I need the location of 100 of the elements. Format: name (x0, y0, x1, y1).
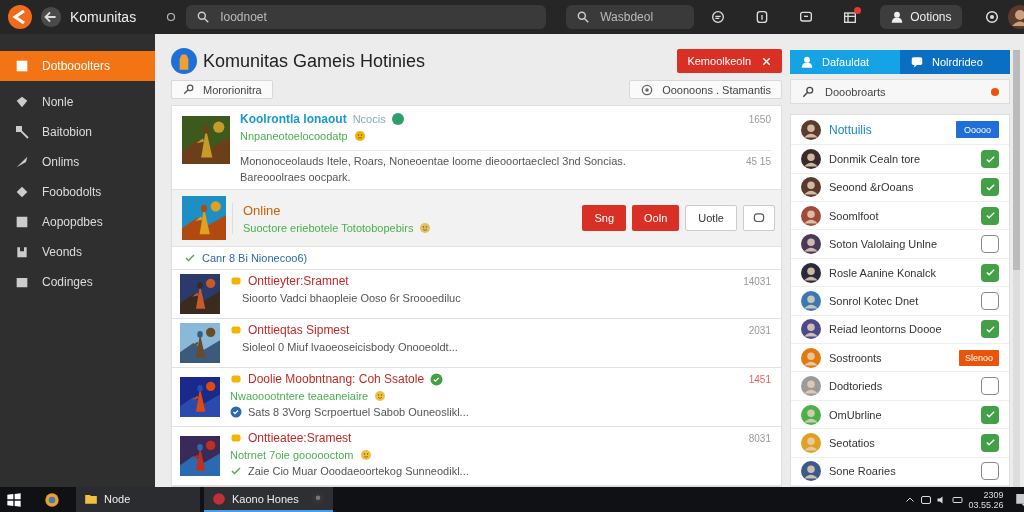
menu-icon (14, 214, 30, 230)
avatar-icon (801, 376, 821, 397)
checkbox[interactable] (981, 405, 999, 424)
network-icon[interactable] (920, 493, 933, 506)
post-title: Online (243, 202, 282, 218)
search-box[interactable]: Wasbdeol (566, 5, 695, 29)
friend-item[interactable]: Sonrol Kotec Dnet (791, 287, 1009, 316)
search-field[interactable]: Dooobroarts (823, 84, 983, 99)
sidebar-item[interactable]: Aopopdbes (0, 207, 155, 237)
status-dot (991, 87, 999, 96)
friend-item[interactable]: Dodtorieds (791, 372, 1009, 401)
sidebar-item[interactable]: Nonle (0, 87, 155, 117)
friend-item[interactable]: Reiad leontorns Doooe (791, 315, 1009, 345)
chat-icon (752, 211, 766, 225)
checkbox[interactable] (981, 433, 999, 452)
action-button[interactable]: Uotle (685, 205, 737, 231)
clock-text: 03.55.26 (968, 499, 1004, 510)
notification-dot (854, 7, 862, 14)
emoji-icon (419, 221, 432, 234)
post-text: Bareooolraes oocpark. (240, 171, 351, 183)
user-icon (800, 55, 814, 70)
sidebar-item[interactable]: Foobodolts (0, 177, 155, 207)
search-box[interactable]: Ioodnoet (186, 5, 547, 29)
news-title: Onttieyter:Sramnet (248, 274, 349, 288)
badge-icon (230, 324, 242, 336)
friend-item[interactable]: Rosle Aanine Konalck (791, 258, 1009, 288)
action-button[interactable]: Ooln (632, 205, 680, 231)
badge-icon (230, 275, 242, 287)
check-icon (984, 181, 996, 193)
sidebar-item[interactable]: Onlims (0, 147, 155, 177)
check-icon (984, 153, 996, 165)
checkbox[interactable] (981, 263, 999, 282)
taskbar-app[interactable]: Node (76, 487, 200, 512)
post-subtitle: Suoctore eriebotele Tototobopebirs (243, 221, 414, 234)
post-subtitle: Nnpaneotoelocoodatp (240, 130, 348, 142)
options-button[interactable]: Ootions (880, 5, 962, 29)
badge-icon (230, 432, 242, 444)
app-icon (212, 491, 226, 506)
app-title: Komunitas (70, 9, 137, 25)
checkbox[interactable] (981, 320, 999, 339)
checkbox[interactable] (981, 150, 999, 168)
checkbox[interactable] (981, 206, 999, 225)
post-time: 45 15 (745, 155, 771, 167)
news-time: 8031 (748, 432, 771, 444)
logo-icon[interactable] (8, 5, 32, 29)
status-badge: Slenoo (958, 349, 999, 366)
friend-item[interactable]: Donmik Cealn tore (791, 145, 1009, 174)
news-subtitle: Nwaooootntere teaeaneiaire (230, 390, 369, 402)
search-icon (196, 10, 211, 24)
search-box[interactable]: Dooobroarts (790, 79, 1010, 105)
friend-item[interactable]: Seoond &rOoans (791, 173, 1009, 203)
back-icon[interactable] (40, 6, 62, 28)
filter-button[interactable]: Mororionitra (171, 80, 273, 99)
header-button[interactable]: Ooooo (955, 121, 999, 139)
menu-icon (14, 94, 30, 110)
friend-item[interactable]: OmUbrline (791, 400, 1009, 430)
globe-icon[interactable] (983, 9, 1000, 25)
news-time: 2031 (748, 324, 771, 336)
avatar-icon[interactable] (1007, 5, 1024, 29)
checkbox[interactable] (981, 377, 999, 396)
taskbar-app[interactable]: Kaono Hones (204, 487, 333, 512)
sort-button[interactable]: Ooonoons . Stamantis (629, 80, 782, 99)
checkbox[interactable] (981, 291, 999, 310)
news-time: 1451 (748, 373, 771, 385)
tab[interactable]: Nolrdrideo (900, 50, 1010, 75)
check-icon (230, 465, 242, 477)
badge-icon (230, 373, 242, 385)
user-icon (890, 10, 905, 24)
windows-icon[interactable] (6, 491, 22, 508)
action-button[interactable]: Sng (582, 205, 627, 231)
news-text: Sioorto Vadci bhaopleie Ooso 6r Sroooediluc (242, 292, 461, 304)
post-title: Koolrontla lonaout (240, 112, 347, 126)
sidebar-item[interactable]: Veonds (0, 237, 155, 267)
chat-button[interactable] (743, 205, 775, 231)
friend-item[interactable]: Sostroonts Slenoo (791, 344, 1009, 373)
chat-icon[interactable] (798, 9, 815, 25)
friend-item[interactable]: Soomlfoot (791, 202, 1009, 231)
clock-text: 2309 (983, 489, 1004, 500)
post-tag: Ncocis (352, 113, 386, 125)
checkbox[interactable] (981, 178, 999, 197)
avatar-icon (801, 432, 821, 453)
checkbox[interactable] (981, 462, 999, 481)
close-button[interactable]: Kemoolkeoln (677, 49, 782, 73)
chat-icon (910, 55, 924, 70)
avatar-icon (801, 461, 821, 482)
calendar-icon[interactable] (842, 9, 859, 25)
search-field[interactable]: Wasbdeol (598, 9, 685, 25)
checkbox[interactable] (981, 235, 999, 254)
sidebar-item[interactable]: Codinges (0, 267, 155, 297)
browser-icon[interactable] (44, 491, 60, 508)
avatar-icon (801, 290, 821, 311)
friend-item[interactable]: Soton Valolaing Unlne (791, 230, 1009, 259)
emoji-icon (359, 449, 372, 461)
menu-icon (14, 58, 30, 74)
search-field[interactable]: Ioodnoet (218, 9, 537, 25)
message-icon[interactable] (710, 9, 727, 25)
sidebar-item[interactable]: Baitobion (0, 117, 155, 147)
friend-item[interactable]: Seotatios (791, 429, 1009, 458)
friend-item[interactable]: Sone Roaries (791, 457, 1009, 486)
news-text: Zaie Cio Muar Ooodaeoortekog Sunneodikl... (248, 465, 469, 477)
